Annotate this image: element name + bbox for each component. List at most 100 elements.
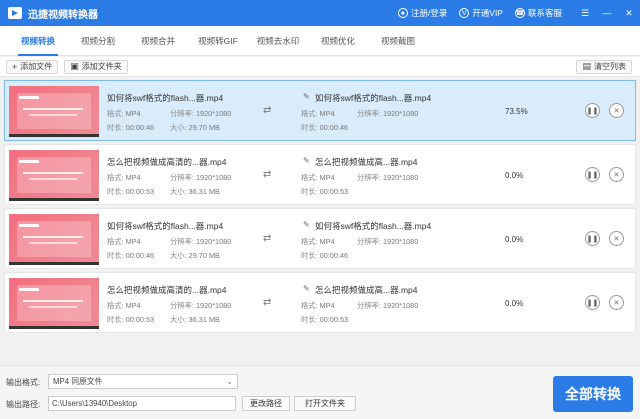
service-link[interactable]: ☎ 联系客服 xyxy=(514,7,562,19)
user-icon: ● xyxy=(397,8,408,18)
duration-label: 时长: xyxy=(301,123,318,132)
output-file-name[interactable]: 怎么把视频做成高...器.mp4 xyxy=(315,156,417,168)
output-duration: 时长: 00:00:53 xyxy=(301,187,348,197)
source-file-name: 如何将swf格式的flash...器.mp4 xyxy=(107,221,224,231)
file-row[interactable]: 如何将swf格式的flash...器.mp4 格式: MP4 分辨率: 1920… xyxy=(4,80,636,141)
resolution-label: 分辨率: xyxy=(170,301,194,310)
minimize-icon[interactable]: — xyxy=(596,0,618,26)
format-label: 格式: xyxy=(301,109,318,118)
close-icon[interactable]: ✕ xyxy=(609,295,624,310)
tab-video-to-gif[interactable]: 视频转GIF xyxy=(188,26,248,56)
close-icon[interactable]: ✕ xyxy=(609,103,624,118)
output-format-select[interactable]: MP4 同原文件 ⌄ xyxy=(48,374,238,389)
source-size: 大小: 29.70 MB xyxy=(170,123,220,133)
source-file-name: 如何将swf格式的flash...器.mp4 xyxy=(107,93,224,103)
source-duration: 时长: 00:00:46 xyxy=(107,251,154,261)
source-duration: 时长: 00:00:53 xyxy=(107,187,154,197)
duration-value: 00:00:46 xyxy=(125,123,155,132)
menu-icon[interactable]: ☰ xyxy=(574,0,596,26)
duration-label: 时长: xyxy=(301,315,318,324)
app-logo-icon xyxy=(8,7,22,19)
file-row[interactable]: 如何将swf格式的flash...器.mp4 格式: MP4 分辨率: 1920… xyxy=(4,208,636,269)
vip-link[interactable]: V 开通VIP xyxy=(459,7,503,19)
format-label: 格式: xyxy=(301,173,318,182)
convert-all-button[interactable]: 全部转换 xyxy=(553,376,633,412)
output-format-label: 输出格式: xyxy=(6,378,41,387)
output-file-name[interactable]: 怎么把视频做成高...器.mp4 xyxy=(315,284,417,296)
format-value: MP4 xyxy=(125,237,141,246)
size-value: 29.70 MB xyxy=(188,251,220,260)
pencil-icon[interactable]: ✎ xyxy=(303,156,310,165)
source-duration: 时长: 00:00:53 xyxy=(107,315,154,325)
pencil-icon[interactable]: ✎ xyxy=(303,220,310,229)
duration-value: 00:00:53 xyxy=(125,187,155,196)
add-file-label: 添加文件 xyxy=(20,62,53,71)
duration-value: 00:00:53 xyxy=(125,315,155,324)
output-format: 格式: MP4 xyxy=(301,109,335,119)
progress-percent: 0.0% xyxy=(505,171,524,180)
pause-icon[interactable]: ❚❚ xyxy=(585,231,600,246)
login-link[interactable]: ● 注册/登录 xyxy=(397,7,447,19)
source-size: 大小: 36.31 MB xyxy=(170,315,220,325)
tab-video-split[interactable]: 视频分割 xyxy=(68,26,128,56)
open-folder-button[interactable]: 打开文件夹 xyxy=(294,396,356,411)
plus-icon: + xyxy=(12,61,18,72)
tab-video-screenshot[interactable]: 视频截图 xyxy=(368,26,428,56)
add-folder-button[interactable]: ▣ 添加文件夹 xyxy=(64,59,128,74)
source-format: 格式: MP4 xyxy=(107,237,141,247)
vip-icon: V xyxy=(459,8,470,18)
resolution-label: 分辨率: xyxy=(170,237,194,246)
output-format: 格式: MP4 xyxy=(301,301,335,311)
change-path-button[interactable]: 更改路径 xyxy=(242,396,290,411)
clear-list-label: 清空列表 xyxy=(594,62,626,71)
clear-list-button[interactable]: ▤ 清空列表 xyxy=(576,59,632,74)
pause-icon[interactable]: ❚❚ xyxy=(585,103,600,118)
add-file-button[interactable]: + 添加文件 xyxy=(6,59,59,74)
format-value: MP4 xyxy=(319,237,335,246)
tab-video-merge[interactable]: 视频合并 xyxy=(128,26,188,56)
source-file-name: 怎么把视频做成高清的...器.mp4 xyxy=(107,285,227,295)
window-close-icon[interactable]: ✕ xyxy=(618,0,640,26)
output-format: 格式: MP4 xyxy=(301,173,335,183)
output-duration: 时长: 00:00:46 xyxy=(301,251,348,261)
title-bar: 迅捷视频转换器 ● 注册/登录 V 开通VIP ☎ 联系客服 ☰ — ✕ xyxy=(0,0,640,26)
output-duration: 时长: 00:00:46 xyxy=(301,123,348,133)
resolution-label: 分辨率: xyxy=(357,109,381,118)
duration-value: 00:00:46 xyxy=(319,251,349,260)
close-icon[interactable]: ✕ xyxy=(609,167,624,182)
duration-value: 00:00:53 xyxy=(319,187,349,196)
output-file-name[interactable]: 如何将swf格式的flash...器.mp4 xyxy=(315,92,431,104)
chevron-down-icon: ⌄ xyxy=(226,377,233,386)
duration-label: 时长: xyxy=(107,123,124,132)
size-value: 29.70 MB xyxy=(188,123,220,132)
file-row[interactable]: 怎么把视频做成高清的...器.mp4 格式: MP4 分辨率: 1920*108… xyxy=(4,272,636,333)
vip-label: 开通VIP xyxy=(472,8,503,18)
resolution-value: 1920*1080 xyxy=(195,109,232,118)
tab-remove-watermark[interactable]: 视频去水印 xyxy=(248,26,308,56)
output-resolution: 分辨率: 1920*1080 xyxy=(357,173,418,183)
video-thumbnail xyxy=(9,150,99,201)
format-label: 格式: xyxy=(107,301,124,310)
pencil-icon[interactable]: ✎ xyxy=(303,284,310,293)
resolution-value: 1920*1080 xyxy=(382,173,419,182)
source-resolution: 分辨率: 1920*1080 xyxy=(170,109,231,119)
tab-video-convert[interactable]: 视频转换 xyxy=(8,26,68,56)
output-resolution: 分辨率: 1920*1080 xyxy=(357,301,418,311)
tab-video-optimize[interactable]: 视频优化 xyxy=(308,26,368,56)
pause-icon[interactable]: ❚❚ xyxy=(585,295,600,310)
resolution-label: 分辨率: xyxy=(357,173,381,182)
pencil-icon[interactable]: ✎ xyxy=(303,92,310,101)
resolution-value: 1920*1080 xyxy=(195,173,232,182)
file-row[interactable]: 怎么把视频做成高清的...器.mp4 格式: MP4 分辨率: 1920*108… xyxy=(4,144,636,205)
output-path-input[interactable] xyxy=(48,396,236,411)
output-format: 格式: MP4 xyxy=(301,237,335,247)
pause-icon[interactable]: ❚❚ xyxy=(585,167,600,182)
output-file-name[interactable]: 如何将swf格式的flash...器.mp4 xyxy=(315,220,431,232)
size-value: 36.31 MB xyxy=(188,187,220,196)
resolution-value: 1920*1080 xyxy=(195,237,232,246)
size-label: 大小: xyxy=(170,187,187,196)
toolbar: + 添加文件 ▣ 添加文件夹 ▤ 清空列表 xyxy=(0,57,640,77)
format-label: 格式: xyxy=(107,173,124,182)
resolution-value: 1920*1080 xyxy=(382,237,419,246)
close-icon[interactable]: ✕ xyxy=(609,231,624,246)
